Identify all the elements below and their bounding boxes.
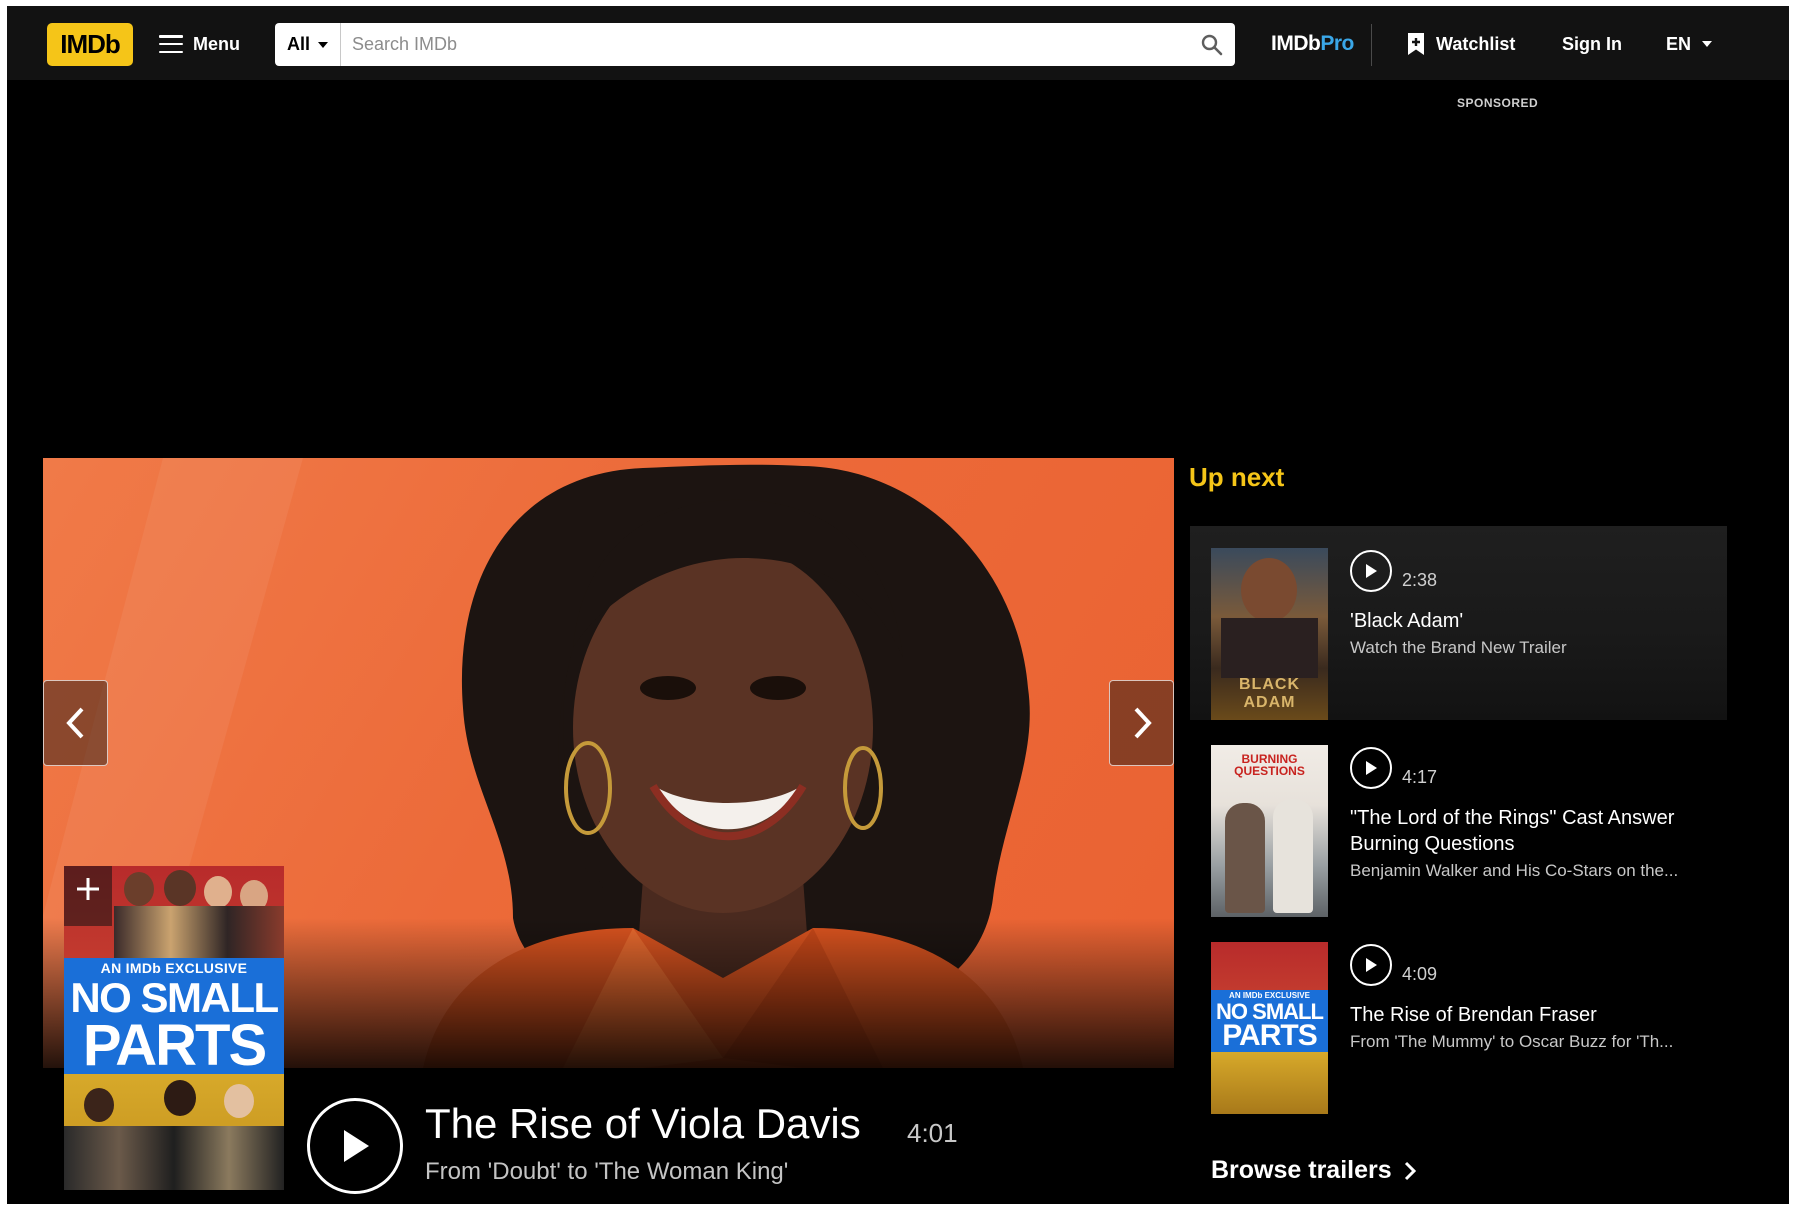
up-next-play-button[interactable] [1350, 550, 1392, 592]
search-button[interactable] [1189, 23, 1235, 66]
hero-duration: 4:01 [907, 1118, 958, 1148]
thumb-figure [1241, 558, 1297, 622]
up-next-item[interactable]: BURNING QUESTIONS 4:17 "The Lord of the … [1190, 723, 1727, 917]
poster-costumes [114, 906, 284, 958]
up-next-item[interactable]: AN IMDb EXCLUSIVE NO SMALL PARTS 4:09 Th… [1190, 920, 1727, 1114]
thumb-title-line2: PARTS [1222, 1019, 1317, 1052]
thumb-title-text: BURNING QUESTIONS [1234, 752, 1305, 778]
up-next-title: "The Lord of the Rings" Cast Answer Burn… [1350, 807, 1675, 855]
thumb-figure [1273, 799, 1313, 913]
up-next-thumbnail: AN IMDb EXCLUSIVE NO SMALL PARTS [1211, 942, 1328, 1114]
search-bar: All [275, 23, 1235, 66]
search-category-label: All [286, 34, 310, 54]
up-next-description: Benjamin Walker and His Co-Stars on the.… [1350, 861, 1679, 880]
watchlist-bookmark-icon [1408, 33, 1424, 55]
browse-trailers-label: Browse trailers [1211, 1156, 1392, 1184]
sign-in-label: Sign In [1562, 33, 1622, 54]
imdbpro-pro-text: Pro [1320, 32, 1354, 55]
up-next-heading: Up next [1189, 462, 1285, 492]
up-next-title: The Rise of Brendan Fraser [1350, 1004, 1597, 1026]
play-icon [1366, 564, 1377, 578]
language-label: EN [1666, 33, 1692, 54]
add-to-watchlist-button[interactable] [64, 866, 112, 926]
up-next-duration: 4:09 [1402, 964, 1438, 984]
search-category-dropdown[interactable]: All [275, 23, 341, 66]
up-next-play-button[interactable] [1350, 747, 1392, 789]
up-next-description: From 'The Mummy' to Oscar Buzz for 'Th..… [1350, 1032, 1674, 1051]
thumb-title-text: BLACK ADAM [1239, 676, 1300, 711]
poster-face [124, 872, 154, 906]
thumb-figure [1221, 618, 1318, 678]
up-next-duration: 2:38 [1402, 570, 1438, 590]
poster-face [204, 876, 232, 908]
thumb-figure [1225, 803, 1265, 913]
play-icon [1366, 761, 1377, 775]
menu-button[interactable]: Menu [159, 26, 240, 62]
hero-title[interactable]: The Rise of Viola Davis [425, 1100, 861, 1148]
poster-bottom-band [64, 1074, 284, 1190]
plus-icon [77, 878, 99, 900]
poster-costumes [64, 1126, 284, 1190]
play-icon [1366, 958, 1377, 972]
up-next-thumbnail: BURNING QUESTIONS [1211, 745, 1328, 917]
hero-carousel: AN IMDb EXCLUSIVE NO SMALL PARTS The Ris… [43, 458, 1174, 1203]
imdbpro-imdb-text: IMDb [1271, 32, 1321, 55]
up-next-title: 'Black Adam' [1350, 610, 1464, 632]
browse-trailers-link[interactable]: Browse trailers [1211, 1156, 1416, 1185]
chevron-right-icon [1134, 707, 1152, 739]
nav-divider [1371, 24, 1372, 66]
chevron-right-icon [1404, 1161, 1416, 1180]
chevron-left-icon [65, 707, 83, 739]
poster-title-line2: PARTS [82, 1013, 267, 1078]
poster-face [84, 1088, 114, 1122]
hero-subtitle: From 'Doubt' to 'The Woman King' [425, 1158, 789, 1185]
poster-face [224, 1084, 254, 1118]
thumb-top-band [1211, 942, 1328, 990]
hamburger-icon [159, 35, 183, 53]
poster-face [164, 870, 196, 906]
hero-play-button[interactable] [307, 1098, 403, 1194]
top-navbar: IMDb Menu All IMDbPro [7, 6, 1789, 80]
page: IMDb Menu All IMDbPro [7, 6, 1789, 1204]
search-icon [1201, 34, 1223, 55]
sponsored-label: SPONSORED [1457, 96, 1539, 110]
up-next-duration: 4:17 [1402, 767, 1438, 787]
watchlist-label: Watchlist [1436, 33, 1516, 54]
sign-in-button[interactable]: Sign In [1562, 26, 1622, 62]
menu-label: Menu [193, 33, 240, 54]
search-input[interactable] [341, 23, 1189, 66]
up-next-play-button[interactable] [1350, 944, 1392, 986]
imdb-logo[interactable]: IMDb [47, 23, 133, 66]
up-next-item[interactable]: BLACK ADAM 2:38 'Black Adam' Watch the B… [1190, 526, 1727, 720]
carousel-prev-button[interactable] [43, 680, 108, 766]
poster-face [164, 1080, 196, 1116]
imdbpro-link[interactable]: IMDb Pro [1271, 28, 1354, 60]
up-next-thumbnail: BLACK ADAM [1211, 548, 1328, 720]
watchlist-button[interactable]: Watchlist [1406, 26, 1515, 62]
hero-poster[interactable]: AN IMDb EXCLUSIVE NO SMALL PARTS [64, 866, 284, 1190]
caret-down-icon [1702, 41, 1713, 47]
play-icon [344, 1130, 369, 1162]
caret-down-icon [318, 41, 328, 48]
language-selector[interactable]: EN [1666, 26, 1713, 62]
up-next-description: Watch the Brand New Trailer [1350, 638, 1567, 657]
thumb-bottom-band [1211, 1052, 1328, 1114]
carousel-next-button[interactable] [1109, 680, 1174, 766]
